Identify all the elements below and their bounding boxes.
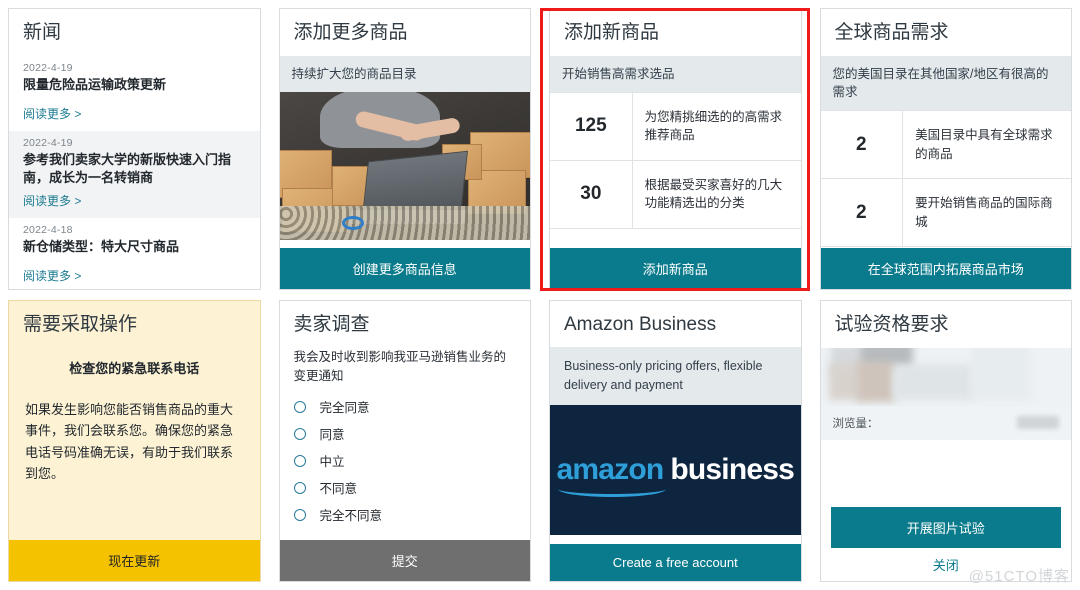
- stat-row: 30 根据最受买家喜好的几大功能精选出的分类: [550, 160, 801, 229]
- news-headline: 参考我们卖家大学的新版快速入门指南，成长为一名转销商: [23, 151, 232, 186]
- add-more-products-subtitle: 持续扩大您的商品目录: [279, 55, 530, 92]
- survey-option-label: 完全不同意: [319, 509, 383, 524]
- add-new-products-button[interactable]: 添加新商品: [550, 248, 801, 289]
- radio-icon[interactable]: [293, 427, 306, 440]
- radio-icon[interactable]: [293, 400, 306, 413]
- survey-option-label: 完全同意: [319, 401, 370, 416]
- stat-value: 125: [550, 92, 633, 160]
- stat-row: 2 美国目录中具有全球需求的商品: [820, 111, 1071, 180]
- news-date: 2022-4-18: [23, 224, 73, 237]
- survey-option-label: 同意: [319, 428, 345, 443]
- card-global-demand: 全球商品需求 您的美国目录在其他国家/地区有很高的需求 2 美国目录中具有全球需…: [819, 8, 1072, 290]
- add-more-products-title: 添加更多商品: [293, 22, 408, 43]
- card-trial-requirements: 试验资格要求 浏览量： 开展图片试验 关闭: [819, 300, 1072, 582]
- survey-option[interactable]: 中立: [293, 447, 517, 474]
- create-free-account-button[interactable]: Create a free account: [550, 544, 801, 581]
- action-required-subtitle: 检查您的紧急联系电话: [69, 360, 200, 376]
- global-demand-stats: 2 美国目录中具有全球需求的商品 2 要开始销售商品的国际商城: [820, 110, 1071, 248]
- survey-option-label: 中立: [319, 455, 345, 470]
- stat-label: 根据最受买家喜好的几大功能精选出的分类: [644, 178, 783, 211]
- news-date: 2022-4-19: [23, 136, 73, 149]
- update-now-button[interactable]: 现在更新: [9, 540, 260, 581]
- card-amazon-business: Amazon Business Business-only pricing of…: [549, 300, 802, 582]
- radio-icon[interactable]: [293, 454, 306, 467]
- news-list: 2022-4-19 限量危险品运输政策更新 阅读更多 > 2022-4-19 参…: [9, 56, 260, 289]
- trial-requirements-title: 试验资格要求: [834, 314, 949, 335]
- stat-value: 2: [821, 111, 904, 179]
- amazon-business-logo: amazon business: [556, 452, 795, 497]
- global-demand-title: 全球商品需求: [834, 22, 949, 43]
- survey-option[interactable]: 同意: [293, 420, 517, 447]
- card-action-required: 需要采取操作 检查您的紧急联系电话 如果发生影响您能否销售商品的重大事件，我们会…: [8, 300, 261, 582]
- packing-boxes-photo: [279, 91, 530, 240]
- business-wordmark: business: [670, 452, 795, 486]
- stat-label: 为您精挑细选的的高需求推荐商品: [644, 110, 783, 143]
- radio-icon[interactable]: [293, 481, 306, 494]
- news-read-more-link[interactable]: 阅读更多 >: [23, 267, 81, 284]
- stat-value: 2: [821, 179, 904, 247]
- card-add-more-products: 添加更多商品 持续扩大您的商品目录 创建更多商品信息: [278, 8, 531, 290]
- views-value-redacted: [1017, 416, 1059, 430]
- stat-label: 要开始销售商品的国际商城: [915, 196, 1053, 229]
- stat-label: 美国目录中具有全球需求的商品: [915, 128, 1053, 161]
- news-item[interactable]: 2022-4-18 新仓储类型：特大尺寸商品 阅读更多 >: [9, 218, 260, 289]
- news-card-title: 新闻: [23, 22, 62, 43]
- action-required-body: 如果发生影响您能否销售商品的重大事件，我们会联系您。确保您的紧急电话号码准确无误…: [25, 401, 234, 482]
- watermark: @51CTO博客: [968, 568, 1070, 585]
- amazon-business-logo-banner: amazon business: [550, 404, 801, 535]
- survey-option[interactable]: 不同意: [293, 474, 517, 501]
- submit-survey-button[interactable]: 提交: [279, 540, 530, 581]
- news-headline: 限量危险品运输政策更新: [23, 76, 167, 92]
- radio-icon[interactable]: [293, 508, 306, 521]
- card-seller-survey: 卖家调查 我会及时收到影响我亚马逊销售业务的变更通知 完全同意 同意 中立 不同…: [278, 300, 531, 582]
- views-label: 浏览量：: [832, 417, 879, 430]
- survey-option[interactable]: 完全同意: [293, 393, 517, 420]
- news-read-more-link[interactable]: 阅读更多 >: [23, 105, 81, 122]
- seller-survey-title: 卖家调查: [293, 314, 370, 335]
- news-read-more-link[interactable]: 阅读更多 >: [23, 192, 81, 209]
- card-news: 新闻 2022-4-19 限量危险品运输政策更新 阅读更多 > 2022-4-1…: [8, 8, 261, 290]
- amazon-smile-icon: [558, 481, 667, 497]
- stat-row: 125 为您精挑细选的的高需求推荐商品: [550, 92, 801, 161]
- amazon-business-subtitle: Business-only pricing offers, flexible d…: [550, 347, 801, 405]
- add-new-products-stats: 125 为您精挑细选的的高需求推荐商品 30 根据最受买家喜好的几大功能精选出的…: [550, 91, 801, 248]
- news-date: 2022-4-19: [23, 61, 73, 74]
- redacted-content-block: [820, 347, 1071, 406]
- dashboard-grid: 新闻 2022-4-19 限量危险品运输政策更新 阅读更多 > 2022-4-1…: [0, 0, 1080, 590]
- start-image-trial-button[interactable]: 开展图片试验: [830, 507, 1061, 548]
- add-new-products-subtitle: 开始销售高需求选品: [550, 55, 801, 92]
- seller-survey-options: 完全同意 同意 中立 不同意 完全不同意: [280, 391, 531, 528]
- news-item[interactable]: 2022-4-19 参考我们卖家大学的新版快速入门指南，成长为一名转销商 阅读更…: [9, 130, 260, 219]
- seller-survey-question: 我会及时收到影响我亚马逊销售业务的变更通知: [293, 349, 507, 383]
- add-new-products-title: 添加新商品: [564, 22, 660, 43]
- stat-value: 30: [550, 160, 633, 228]
- global-demand-subtitle: 您的美国目录在其他国家/地区有很高的需求: [820, 55, 1071, 111]
- scissors-icon: [342, 215, 365, 230]
- stat-row: 2 要开始销售商品的国际商城: [820, 179, 1071, 248]
- views-row: 浏览量：: [820, 405, 1071, 440]
- action-required-title: 需要采取操作: [23, 314, 138, 335]
- expand-globally-button[interactable]: 在全球范围内拓展商品市场: [820, 248, 1071, 289]
- create-more-listings-button[interactable]: 创建更多商品信息: [279, 248, 530, 289]
- news-headline: 新仓储类型：特大尺寸商品: [23, 239, 180, 255]
- survey-option[interactable]: 完全不同意: [293, 501, 517, 528]
- news-item[interactable]: 2022-4-19 限量危险品运输政策更新 阅读更多 >: [9, 56, 260, 131]
- card-add-new-products: 添加新商品 开始销售高需求选品 125 为您精挑细选的的高需求推荐商品 30 根…: [549, 8, 802, 290]
- amazon-business-title: Amazon Business: [564, 314, 717, 335]
- survey-option-label: 不同意: [319, 482, 358, 497]
